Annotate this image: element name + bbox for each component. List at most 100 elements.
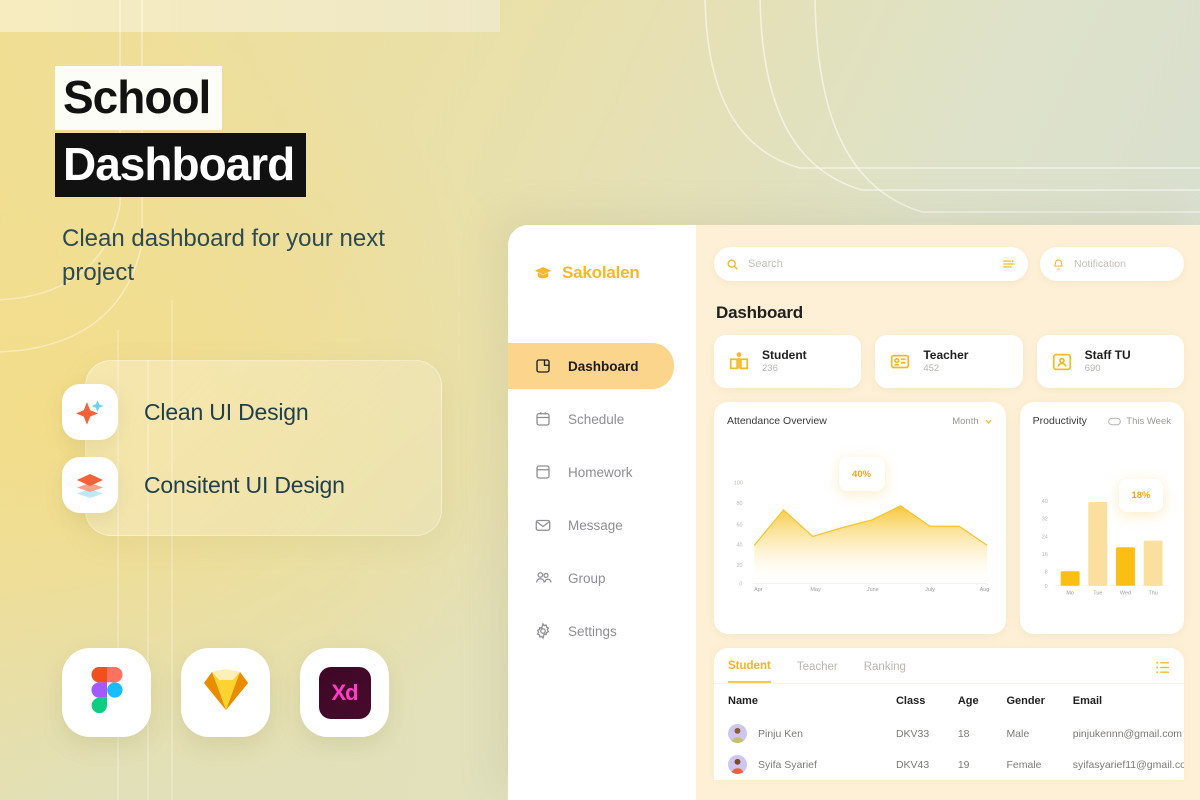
sketch-icon xyxy=(201,667,251,718)
productivity-bar-svg: 40 32 24 16 8 0 Mo Tue Wed Thu xyxy=(1041,499,1169,597)
sidebar-item-group[interactable]: Group xyxy=(508,555,674,601)
tab-ranking[interactable]: Ranking xyxy=(864,661,906,682)
staff-frame-icon xyxy=(1052,353,1071,370)
list-view-icon[interactable] xyxy=(1155,661,1170,674)
svg-text:Thu: Thu xyxy=(1148,591,1157,597)
bell-icon xyxy=(1054,258,1063,270)
table-header-row: Name Class Age Gender Email xyxy=(714,684,1184,718)
sidebar-item-dashboard[interactable]: Dashboard xyxy=(508,343,674,389)
avatar xyxy=(728,755,747,774)
stat-card-student[interactable]: Student 236 xyxy=(714,335,862,388)
cell-gender: Male xyxy=(1006,727,1030,740)
cell-name: Pinju Ken xyxy=(758,727,803,740)
stat-cards: Student 236 Teacher 452 Staff TU 690 xyxy=(714,335,1184,388)
attendance-tooltip: 40% xyxy=(838,457,885,491)
svg-text:60: 60 xyxy=(737,522,743,528)
stat-value: 690 xyxy=(1084,362,1101,374)
productivity-tooltip: 18% xyxy=(1119,479,1163,512)
sidebar-item-settings[interactable]: Settings xyxy=(508,608,674,654)
cell-email: syifasyarief11@gmail.com xyxy=(1072,758,1184,771)
svg-text:0: 0 xyxy=(1044,584,1047,590)
attendance-chart-plot: 100 80 60 40 20 0 Apr May June July Aug … xyxy=(727,437,993,626)
svg-text:Tue: Tue xyxy=(1093,591,1102,597)
mail-icon xyxy=(535,519,551,531)
chart-title: Attendance Overview xyxy=(727,415,827,427)
avatar xyxy=(728,724,747,743)
svg-text:24: 24 xyxy=(1041,534,1047,540)
svg-text:8: 8 xyxy=(1044,569,1047,575)
filter-icon[interactable] xyxy=(1002,257,1016,271)
adobe-xd-icon: Xd xyxy=(318,666,371,719)
stat-label: Staff TU xyxy=(1084,347,1131,362)
sidebar-item-label: Schedule xyxy=(568,411,625,427)
open-book-icon xyxy=(729,351,749,369)
sidebar-item-label: Group xyxy=(568,570,606,586)
notification-button[interactable]: Notification xyxy=(1040,247,1184,281)
search-icon xyxy=(727,258,738,270)
gear-icon xyxy=(536,622,550,640)
brand-logo[interactable]: Sakolalen xyxy=(508,251,696,295)
dashboard-icon xyxy=(536,359,550,373)
sidebar-item-homework[interactable]: Homework xyxy=(508,449,674,495)
stat-card-teacher[interactable]: Teacher 452 xyxy=(875,335,1023,388)
table-tabs: Student Teacher Ranking xyxy=(714,648,1184,684)
pill-toggle-icon xyxy=(1108,417,1122,425)
column-header-email: Email xyxy=(1072,695,1103,707)
layers-icon xyxy=(62,457,118,513)
column-header-gender: Gender xyxy=(1006,695,1045,707)
sidebar-item-label: Homework xyxy=(568,464,633,480)
notification-label: Notification xyxy=(1074,258,1126,270)
feature-label: Clean UI Design xyxy=(144,398,309,425)
svg-text:June: June xyxy=(867,587,879,593)
sidebar-item-schedule[interactable]: Schedule xyxy=(508,396,674,442)
promo-subtitle: Clean dashboard for your next project xyxy=(62,225,385,287)
charts-row: Attendance Overview Month 100 80 60 40 2… xyxy=(714,402,1184,634)
graduation-cap-icon xyxy=(534,267,552,279)
card-header: Productivity This Week xyxy=(1033,415,1171,427)
productivity-chart-plot: 40 32 24 16 8 0 Mo Tue Wed Thu 18% xyxy=(1033,437,1171,626)
main-content: Search Notification Dashboard Student 23… xyxy=(696,225,1200,800)
search-input[interactable]: Search xyxy=(748,258,993,270)
search-bar[interactable]: Search xyxy=(714,247,1028,281)
svg-text:0: 0 xyxy=(739,582,742,588)
svg-text:Aug: Aug xyxy=(980,587,990,593)
feature-item-clean-ui: Clean UI Design xyxy=(62,384,309,440)
table-row[interactable]: Syifa Syarief DKV43 19 Female syifasyari… xyxy=(714,749,1184,780)
table-row[interactable]: Pinju Ken DKV33 18 Male pinjukennn@gmail… xyxy=(714,718,1184,749)
feature-label: Consitent UI Design xyxy=(144,471,345,498)
design-tool-badges: Xd xyxy=(62,648,389,737)
cell-age: 19 xyxy=(957,758,970,771)
svg-text:Mo: Mo xyxy=(1066,591,1074,597)
promo-title-block: School Dashboard xyxy=(55,66,307,197)
svg-text:100: 100 xyxy=(734,481,743,487)
tool-badge-sketch xyxy=(181,648,270,737)
month-filter-label: Month xyxy=(952,415,979,427)
svg-text:Apr: Apr xyxy=(754,587,763,593)
tool-badge-adobe-xd: Xd xyxy=(300,648,389,737)
topbar: Search Notification xyxy=(714,247,1184,281)
month-filter-dropdown[interactable]: Month xyxy=(952,416,992,427)
cell-age: 18 xyxy=(957,727,970,740)
promo-panel: School Dashboard Clean dashboard for you… xyxy=(0,0,508,800)
column-header-name: Name xyxy=(728,695,758,707)
book-icon xyxy=(536,465,550,479)
sidebar-item-message[interactable]: Message xyxy=(508,502,674,548)
chevron-down-icon xyxy=(985,419,992,424)
sparkle-icon xyxy=(62,384,118,440)
tab-teacher[interactable]: Teacher xyxy=(797,661,838,682)
stat-card-staff-tu[interactable]: Staff TU 690 xyxy=(1036,335,1184,388)
svg-text:July: July xyxy=(925,587,935,593)
svg-text:80: 80 xyxy=(737,501,743,507)
cell-email: pinjukennn@gmail.com xyxy=(1072,727,1183,740)
tab-student[interactable]: Student xyxy=(728,660,771,683)
svg-text:20: 20 xyxy=(737,563,743,569)
tool-badge-figma xyxy=(62,648,151,737)
this-week-toggle[interactable]: This Week xyxy=(1108,416,1171,427)
sidebar-item-label: Message xyxy=(568,517,623,533)
card-header: Attendance Overview Month xyxy=(727,415,993,427)
promo-title-line-1: School xyxy=(55,66,223,130)
this-week-label: This Week xyxy=(1126,415,1171,427)
attendance-overview-card: Attendance Overview Month 100 80 60 40 2… xyxy=(714,402,1006,634)
svg-text:32: 32 xyxy=(1041,516,1047,522)
stat-label: Teacher xyxy=(923,347,969,362)
